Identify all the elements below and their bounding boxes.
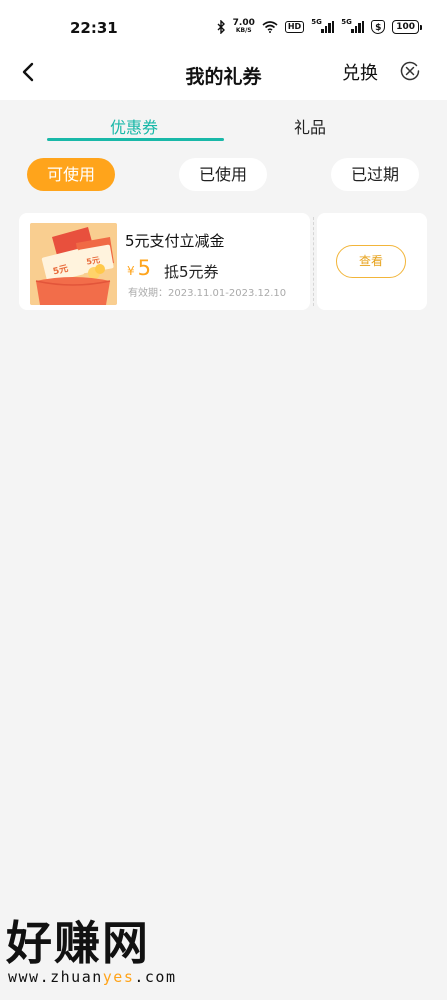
active-tab-indicator — [47, 138, 224, 141]
status-time: 22:31 — [70, 19, 118, 37]
coupon-image: 5元 5元 — [30, 223, 117, 305]
coupon-divider — [313, 217, 314, 306]
watermark-logo: 好赚网 — [6, 916, 150, 970]
page-title: 我的礼券 — [185, 66, 262, 88]
status-icons: 7.00 KB/S HD 5G 5G $ 100 — [217, 18, 422, 35]
signal-icon: 5G — [311, 18, 335, 33]
shield-icon: $ — [371, 20, 386, 34]
filter-used[interactable]: 已使用 — [179, 158, 267, 191]
coupon-validity: 有效期：2023.11.01-2023.12.10 — [128, 288, 287, 299]
bluetooth-icon — [217, 20, 225, 34]
wifi-icon — [262, 21, 278, 33]
signal-icon: 5G — [341, 18, 365, 33]
battery-icon: 100 — [392, 20, 422, 34]
close-icon[interactable] — [399, 60, 421, 82]
coupon-currency: ¥ — [127, 264, 135, 278]
watermark: 好赚网 www.zhuanyes.com — [6, 918, 177, 986]
watermark-url: www.zhuanyes.com — [8, 968, 177, 986]
coupon-price: ¥5 — [127, 256, 151, 280]
nav-bar: 我的礼券 兑换 — [0, 52, 447, 100]
filter-expired[interactable]: 已过期 — [331, 158, 419, 191]
coupon-description: 抵5元券 — [164, 263, 219, 281]
hd-voice-icon: HD — [284, 21, 305, 33]
coupon-action-area: 查看 — [317, 213, 427, 310]
tab-coupons[interactable]: 优惠券 — [110, 114, 158, 138]
view-button[interactable]: 查看 — [336, 245, 406, 278]
status-bar: 22:31 7.00 KB/S HD 5G 5G $ 100 — [0, 0, 447, 52]
network-speed: 7.00 KB/S — [232, 18, 255, 35]
filter-usable[interactable]: 可使用 — [27, 158, 115, 191]
tab-gifts[interactable]: 礼品 — [294, 114, 326, 138]
coupon-name: 5元支付立减金 — [125, 232, 225, 250]
exchange-button[interactable]: 兑换 — [342, 59, 378, 85]
coupon-card[interactable]: 5元 5元 5元支付立减金 ¥5 抵5元券 有效期：2023.11.01-202… — [19, 213, 310, 310]
coupon-amount: 5 — [137, 256, 152, 280]
